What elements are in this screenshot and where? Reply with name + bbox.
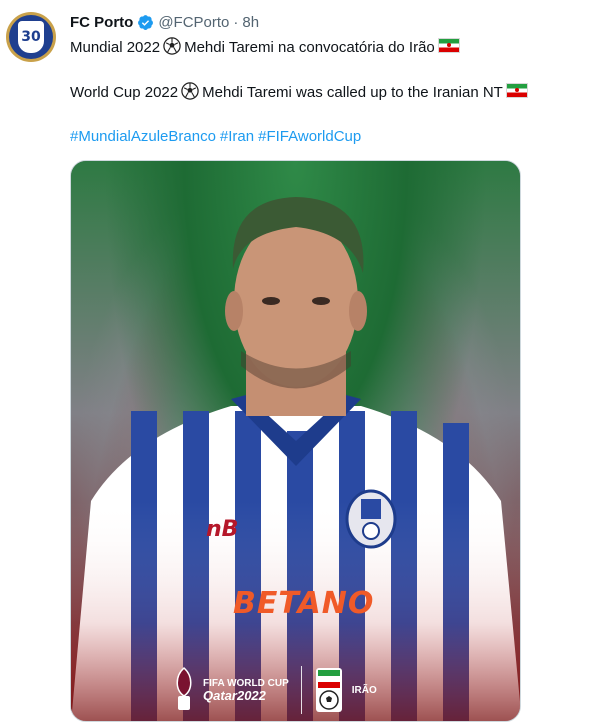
avatar-inner: 30 xyxy=(9,15,53,59)
anniversary-logo: 30 xyxy=(18,21,44,53)
header-separator: · xyxy=(233,14,239,31)
iran-federation-crest-icon xyxy=(315,668,342,712)
player-photo: nB xyxy=(71,197,520,721)
iran-flag-icon xyxy=(505,83,528,98)
tweet-text-line-en: World Cup 2022 Mehdi Taremi was called up… xyxy=(70,82,528,103)
world-cup-wordmark: FIFA WORLD CUP Qatar2022 xyxy=(203,678,289,702)
world-cup-trophy-icon xyxy=(176,666,192,710)
text-segment: Mehdi Taremi was called up to the Irania… xyxy=(202,84,503,101)
footer-logos: FIFA WORLD CUP Qatar2022 IRÃO xyxy=(171,666,377,714)
tweet-media-image[interactable]: nB BETANO FIFA WORLD CUP Qatar2022 IRÃO xyxy=(70,160,521,722)
avatar[interactable]: 30 xyxy=(6,12,56,62)
hashtag-link[interactable]: #MundialAzuleBranco xyxy=(70,128,216,145)
sponsor-logo: BETANO xyxy=(233,586,375,621)
timestamp[interactable]: 8h xyxy=(242,14,259,31)
tweet-header: FC Porto @FCPorto · 8h xyxy=(70,14,259,31)
text-segment: Mehdi Taremi na convocatória do Irão xyxy=(184,39,435,56)
hashtags: #MundialAzuleBranco #Iran #FIFAworldCup xyxy=(70,127,365,147)
svg-text:nB: nB xyxy=(206,517,238,542)
soccer-ball-icon xyxy=(181,82,199,100)
author-name[interactable]: FC Porto xyxy=(70,14,133,31)
iran-flag-icon xyxy=(437,38,460,53)
hashtag-link[interactable]: #FIFAworldCup xyxy=(258,128,361,145)
world-cup-subtitle: Qatar2022 xyxy=(203,688,266,703)
tweet: 30 FC Porto @FCPorto · 8h Mundial 2022 Me… xyxy=(0,0,608,727)
author-handle[interactable]: @FCPorto xyxy=(158,14,229,31)
tweet-text-line-pt: Mundial 2022 Mehdi Taremi na convocatória… xyxy=(70,37,460,58)
team-label: IRÃO xyxy=(351,684,377,696)
text-segment: Mundial 2022 xyxy=(70,39,161,56)
verified-badge-icon xyxy=(138,15,154,30)
text-segment: World Cup 2022 xyxy=(70,84,179,101)
soccer-ball-icon xyxy=(163,37,181,55)
hashtag-link[interactable]: #Iran xyxy=(220,128,254,145)
logo-divider xyxy=(300,666,302,714)
